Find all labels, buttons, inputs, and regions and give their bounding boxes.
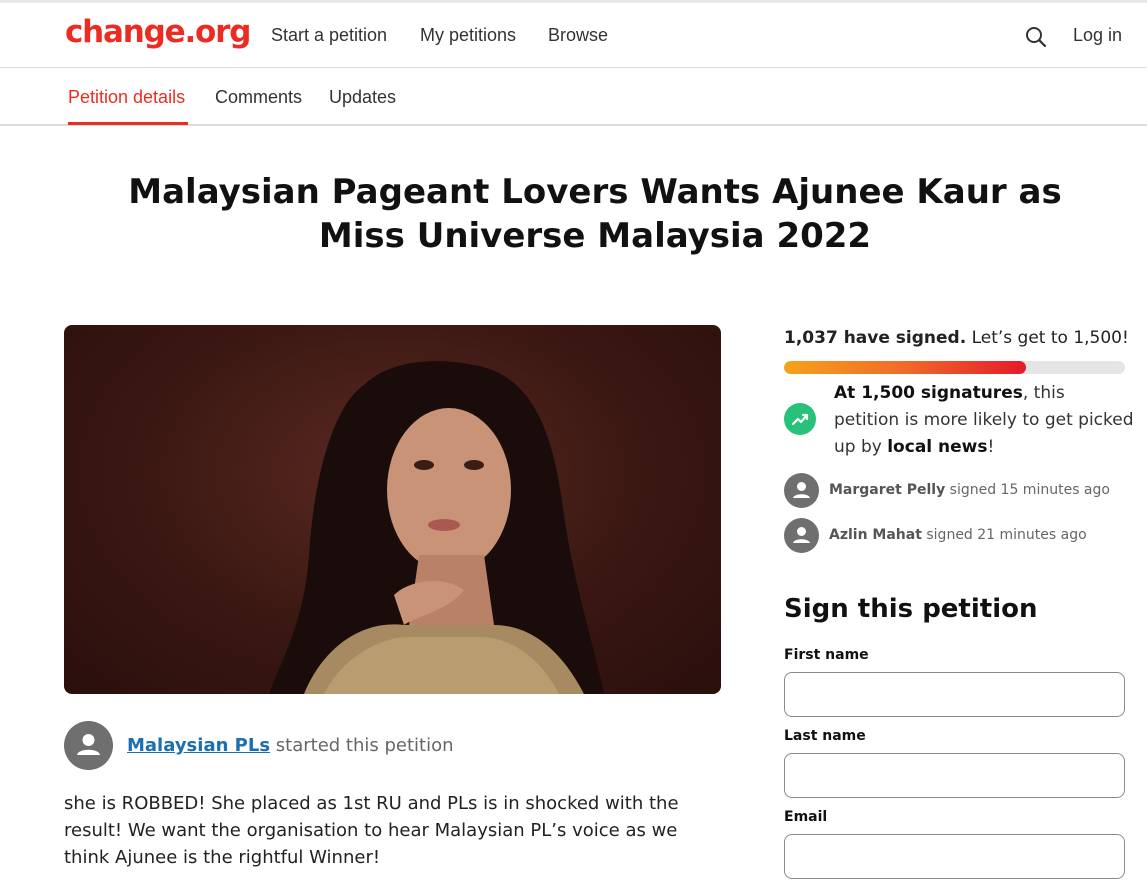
first-name-label: First name [784, 647, 869, 663]
last-name-field[interactable] [784, 753, 1125, 798]
signer-name: Margaret Pelly [829, 482, 946, 498]
petition-title: Malaysian Pageant Lovers Wants Ajunee Ka… [128, 172, 1062, 256]
user-avatar-icon [64, 721, 113, 770]
petition-tabs: Petition details Comments Updates [0, 69, 1147, 126]
signer-name: Azlin Mahat [829, 527, 922, 543]
signed-count-text: 1,037 have signed. [784, 328, 967, 348]
nav-browse[interactable]: Browse [548, 25, 608, 46]
petition-photo [64, 325, 721, 694]
starter-line: Malaysian PLs started this petition [127, 735, 454, 756]
login-link[interactable]: Log in [1073, 25, 1122, 46]
recent-signer: Azlin Mahat signed 21 minutes ago [784, 518, 1144, 554]
search-icon[interactable] [1024, 25, 1048, 49]
user-avatar-icon [784, 518, 819, 553]
milestone-message: At 1,500 signatures, this petition is mo… [834, 380, 1134, 461]
first-name-field[interactable] [784, 672, 1125, 717]
user-avatar-icon [784, 473, 819, 508]
tab-updates[interactable]: Updates [329, 87, 396, 108]
starter-suffix: started this petition [270, 735, 454, 756]
signature-progress-bar [784, 361, 1125, 374]
goal-text: Let’s get to 1,500! [966, 328, 1129, 348]
milestone-text-2: ! [987, 437, 995, 457]
nav-my-petitions[interactable]: My petitions [420, 25, 516, 46]
email-field[interactable] [784, 834, 1125, 879]
tab-petition-details[interactable]: Petition details [68, 87, 185, 108]
email-label: Email [784, 809, 828, 825]
starter-name-link[interactable]: Malaysian PLs [127, 735, 270, 756]
signer-action: signed 21 minutes ago [921, 527, 1087, 543]
nav-start-petition[interactable]: Start a petition [271, 25, 387, 46]
milestone-bold-1: At 1,500 signatures [834, 383, 1023, 403]
signer-action: signed 15 minutes ago [945, 482, 1110, 498]
signature-count: 1,037 have signed. Let’s get to 1,500! [784, 328, 1129, 348]
recent-signer-text: Azlin Mahat signed 21 minutes ago [829, 527, 1087, 543]
sign-petition-heading: Sign this petition [784, 594, 1038, 624]
top-navbar: change.org Start a petition My petitions… [0, 3, 1147, 68]
last-name-label: Last name [784, 728, 866, 744]
milestone-bold-2: local news [887, 437, 988, 457]
recent-signer-text: Margaret Pelly signed 15 minutes ago [829, 482, 1110, 498]
active-tab-indicator [68, 122, 188, 125]
trending-up-icon [784, 403, 816, 435]
change-org-logo[interactable]: change.org [65, 14, 251, 50]
recent-signer: Margaret Pelly signed 15 minutes ago [784, 473, 1144, 509]
progress-fill [784, 361, 1027, 374]
petition-description: she is ROBBED! She placed as 1st RU and … [64, 793, 679, 868]
tab-comments[interactable]: Comments [215, 87, 302, 108]
